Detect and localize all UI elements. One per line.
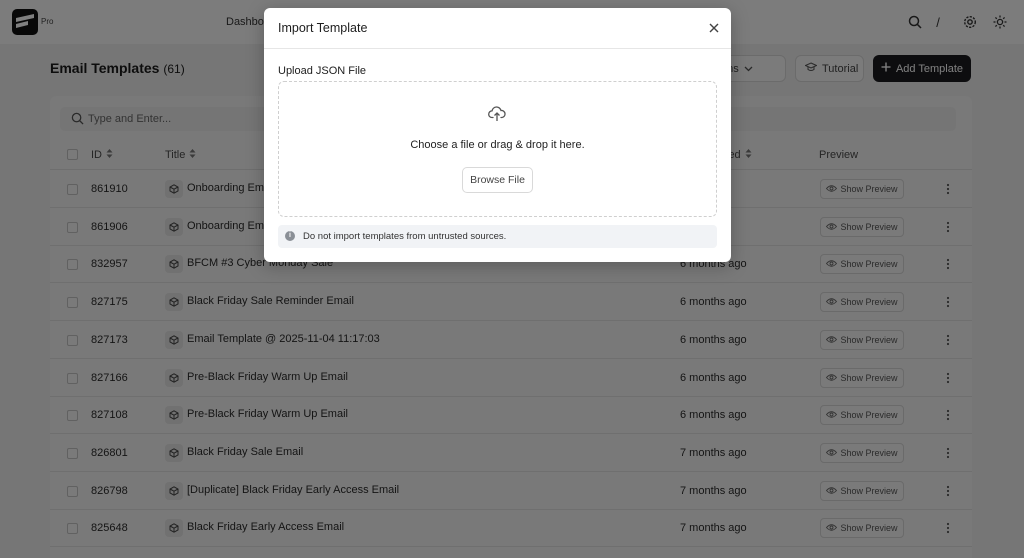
modal-title: Import Template bbox=[278, 21, 368, 35]
browse-file-button[interactable]: Browse File bbox=[462, 167, 533, 193]
upload-label: Upload JSON File bbox=[278, 65, 367, 77]
security-notice: i Do not import templates from untrusted… bbox=[278, 225, 717, 248]
info-icon: i bbox=[285, 231, 295, 241]
close-icon[interactable] bbox=[706, 20, 722, 36]
file-dropzone[interactable]: Choose a file or drag & drop it here. Br… bbox=[278, 81, 717, 217]
import-template-modal: Import Template Upload JSON File Choose … bbox=[264, 8, 731, 262]
dropzone-text: Choose a file or drag & drop it here. bbox=[410, 139, 585, 151]
notice-text: Do not import templates from untrusted s… bbox=[303, 231, 507, 242]
cloud-upload-icon bbox=[488, 106, 506, 127]
modal-header: Import Template bbox=[264, 8, 731, 49]
